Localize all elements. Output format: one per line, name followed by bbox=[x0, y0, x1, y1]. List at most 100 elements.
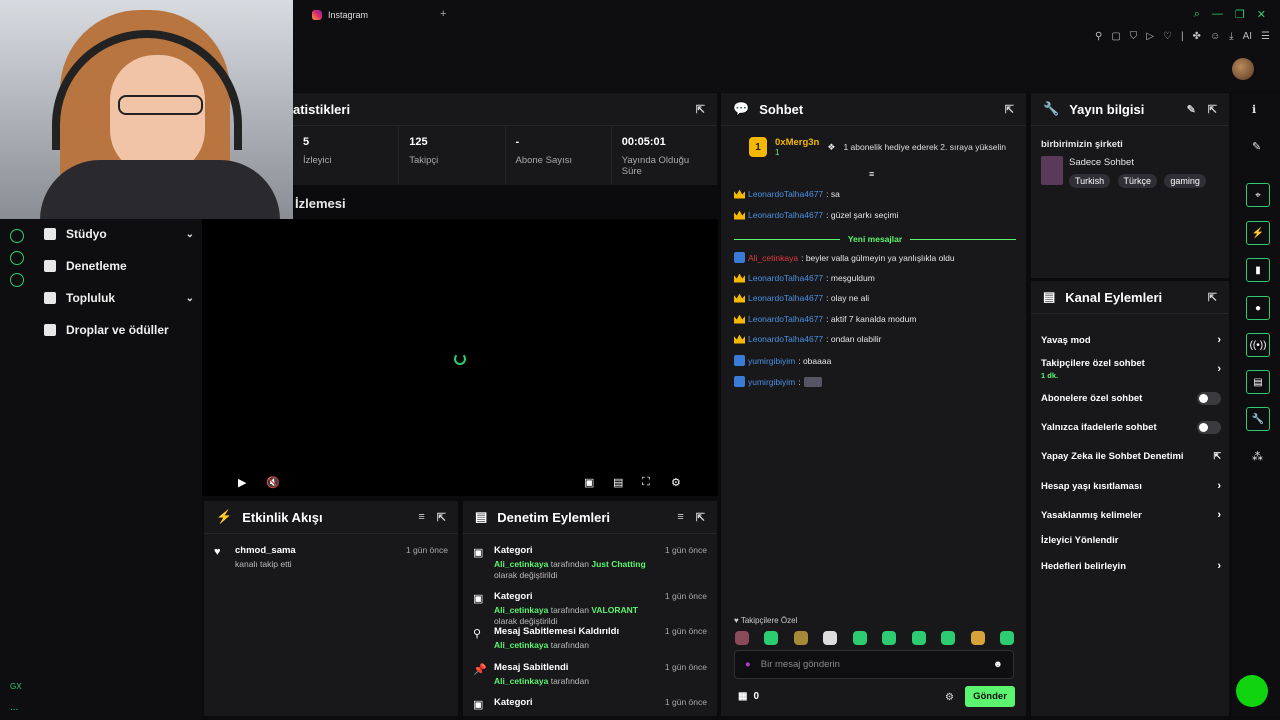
chat-settings-icon[interactable]: ⚙ bbox=[945, 692, 954, 703]
document-icon[interactable]: ▮ bbox=[1246, 258, 1270, 282]
menu-icon[interactable]: ☰ bbox=[1261, 31, 1270, 42]
chat-username[interactable]: LeonardoTalha4677 bbox=[748, 273, 823, 283]
raid-viewers[interactable]: İzleyici Yönlendir bbox=[1041, 535, 1221, 546]
chat-username[interactable]: yumirgibiyim bbox=[748, 356, 795, 366]
tag[interactable]: gaming bbox=[1164, 174, 1206, 188]
popout-icon[interactable]: ⇱ bbox=[437, 511, 446, 524]
emote-icon[interactable] bbox=[793, 631, 808, 645]
chat-username[interactable]: yumirgibiyim bbox=[748, 377, 795, 387]
chat-username[interactable]: LeonardoTalha4677 bbox=[748, 314, 823, 324]
maximize-icon[interactable]: ❐ bbox=[1235, 8, 1245, 21]
list-item: ▣ Kategori Ali_cetinkaya tarafından VALO… bbox=[473, 591, 707, 626]
add-icon[interactable]: ⁂ bbox=[1252, 450, 1263, 463]
ai-moderation[interactable]: Yapay Zeka ile Sohbet Denetimi ⇱ bbox=[1041, 451, 1221, 462]
bolt-icon[interactable]: ⚡ bbox=[1246, 221, 1270, 245]
history-icon[interactable] bbox=[10, 229, 24, 243]
settings-icon[interactable] bbox=[10, 273, 24, 287]
search-icon[interactable]: ⌕ bbox=[1194, 8, 1200, 21]
chevron-right-icon: › bbox=[1217, 363, 1221, 375]
popout-icon[interactable]: ⇱ bbox=[1208, 103, 1217, 116]
nav-item-moderation[interactable]: Denetleme bbox=[44, 259, 194, 273]
heart-icon[interactable]: ♡ bbox=[1163, 31, 1172, 42]
chat-icon[interactable]: ● bbox=[1246, 296, 1270, 320]
subscribers-only-chat[interactable]: Abonelere özel sohbet bbox=[1041, 392, 1221, 405]
miniplayer-button[interactable]: ▣ bbox=[584, 476, 594, 489]
tag[interactable]: Turkish bbox=[1069, 174, 1111, 188]
more-icon[interactable]: ... bbox=[10, 702, 18, 713]
emote-icon[interactable] bbox=[911, 631, 926, 645]
pin-icon[interactable]: ⚲ bbox=[1095, 31, 1102, 42]
wrench-icon[interactable]: 🔧 bbox=[1246, 407, 1270, 431]
chat-message: yumirgibiyim: bbox=[734, 376, 1016, 387]
download-icon[interactable]: ⤓ bbox=[1229, 31, 1233, 42]
emote-icon[interactable] bbox=[999, 631, 1014, 645]
emote-only-chat[interactable]: Yalnızca ifadelerle sohbet bbox=[1041, 421, 1221, 434]
emote-icon[interactable] bbox=[823, 631, 838, 645]
puzzle-icon[interactable]: ✤ bbox=[1193, 31, 1201, 42]
nav-item-community[interactable]: Topluluk ⌄ bbox=[44, 291, 194, 305]
filter-icon[interactable]: ≡ bbox=[418, 511, 424, 523]
close-icon[interactable]: ✕ bbox=[1257, 8, 1266, 21]
collapse-icon[interactable]: ≡ bbox=[869, 169, 874, 179]
play-icon[interactable]: ▷ bbox=[1146, 31, 1154, 42]
emoji-icon[interactable]: ☻ bbox=[993, 659, 1003, 670]
filter-icon[interactable]: ≡ bbox=[677, 511, 683, 523]
emote-icon[interactable] bbox=[882, 631, 897, 645]
slow-mode[interactable]: Yavaş mod › bbox=[1041, 334, 1221, 346]
chat-message: LeonardoTalha4677: güzel şarkı seçimi bbox=[734, 210, 1016, 220]
account-age-restriction[interactable]: Hesap yaşı kısıtlaması › bbox=[1041, 480, 1221, 492]
chat-message: LeonardoTalha4677: meşguldum bbox=[734, 273, 1016, 283]
microphone-icon[interactable]: ● bbox=[745, 659, 751, 670]
browser-tab[interactable]: Instagram bbox=[312, 6, 368, 24]
popout-icon[interactable]: ⇱ bbox=[696, 103, 705, 116]
emote-icon[interactable] bbox=[764, 631, 779, 645]
send-button[interactable]: Gönder bbox=[965, 686, 1015, 707]
banned-words[interactable]: Yasaklanmış kelimeler › bbox=[1041, 509, 1221, 521]
ai-button[interactable]: AI bbox=[1243, 31, 1252, 42]
edit-icon[interactable]: ✎ bbox=[1252, 140, 1261, 153]
chat-username[interactable]: LeonardoTalha4677 bbox=[748, 210, 823, 220]
popout-icon[interactable]: ⇱ bbox=[1005, 103, 1014, 116]
shield-icon[interactable]: ⛉ bbox=[1130, 31, 1138, 42]
broadcast-icon[interactable]: ((•)) bbox=[1246, 333, 1270, 357]
emote-icon[interactable] bbox=[735, 631, 749, 645]
chat-username[interactable]: LeonardoTalha4677 bbox=[748, 334, 823, 344]
chat-input[interactable]: ● Bir mesaj gönderin ☻ bbox=[734, 650, 1014, 679]
tag[interactable]: Türkçe bbox=[1117, 174, 1158, 188]
channel-points[interactable]: ▦ 0 bbox=[738, 691, 759, 702]
popout-icon[interactable]: ⇱ bbox=[696, 511, 705, 524]
minimize-icon[interactable]: — bbox=[1212, 8, 1223, 21]
user-icon[interactable]: ☺ bbox=[1210, 31, 1220, 42]
panel-title: Denetim Eylemleri bbox=[497, 509, 611, 525]
chat-username[interactable]: LeonardoTalha4677 bbox=[748, 189, 823, 199]
layout-icon[interactable]: ▤ bbox=[1246, 370, 1270, 394]
mute-button[interactable]: 🔇 bbox=[266, 476, 280, 489]
emote-icon[interactable] bbox=[970, 631, 985, 645]
nav-item-drops[interactable]: Droplar ve ödüller bbox=[44, 323, 194, 337]
pinned-leaderboard[interactable]: 1 0xMerg3n 1 ❖ 1 abonelik hediye ederek … bbox=[749, 137, 1016, 157]
play-button[interactable]: ▶ bbox=[238, 476, 246, 489]
popout-icon[interactable]: ⇱ bbox=[1208, 291, 1217, 304]
emote-icon[interactable] bbox=[941, 631, 956, 645]
nav-label: Droplar ve ödüller bbox=[66, 323, 169, 337]
new-tab-button[interactable]: + bbox=[440, 8, 446, 20]
tag-list: Turkish Türkçe gaming bbox=[1069, 173, 1210, 188]
edit-icon[interactable]: ✎ bbox=[1187, 103, 1196, 116]
extensions-icon[interactable] bbox=[10, 251, 24, 265]
chat-username[interactable]: LeonardoTalha4677 bbox=[748, 293, 823, 303]
info-icon[interactable]: ℹ bbox=[1252, 103, 1256, 116]
theater-button[interactable]: ▤ bbox=[613, 476, 623, 489]
chat-icon: 💬 bbox=[733, 101, 750, 116]
followers-only-chat[interactable]: Takipçilere özel sohbet 1 dk. › bbox=[1041, 358, 1221, 380]
chat-username[interactable]: Ali_cetinkaya bbox=[748, 253, 798, 263]
nav-item-studio[interactable]: Stüdyo ⌄ bbox=[44, 227, 194, 241]
screenshot-icon[interactable]: ▢ bbox=[1111, 31, 1120, 42]
emote-icon[interactable] bbox=[852, 631, 867, 645]
set-goals[interactable]: Hedefleri belirleyin › bbox=[1041, 560, 1221, 572]
floating-action-button[interactable] bbox=[1236, 675, 1268, 707]
settings-button[interactable]: ⚙ bbox=[671, 476, 681, 489]
fullscreen-button[interactable]: ⛶ bbox=[642, 476, 650, 489]
points-icon: ▦ bbox=[738, 691, 748, 702]
clip-icon[interactable]: ⌖ bbox=[1246, 183, 1270, 207]
avatar[interactable] bbox=[1232, 58, 1254, 80]
